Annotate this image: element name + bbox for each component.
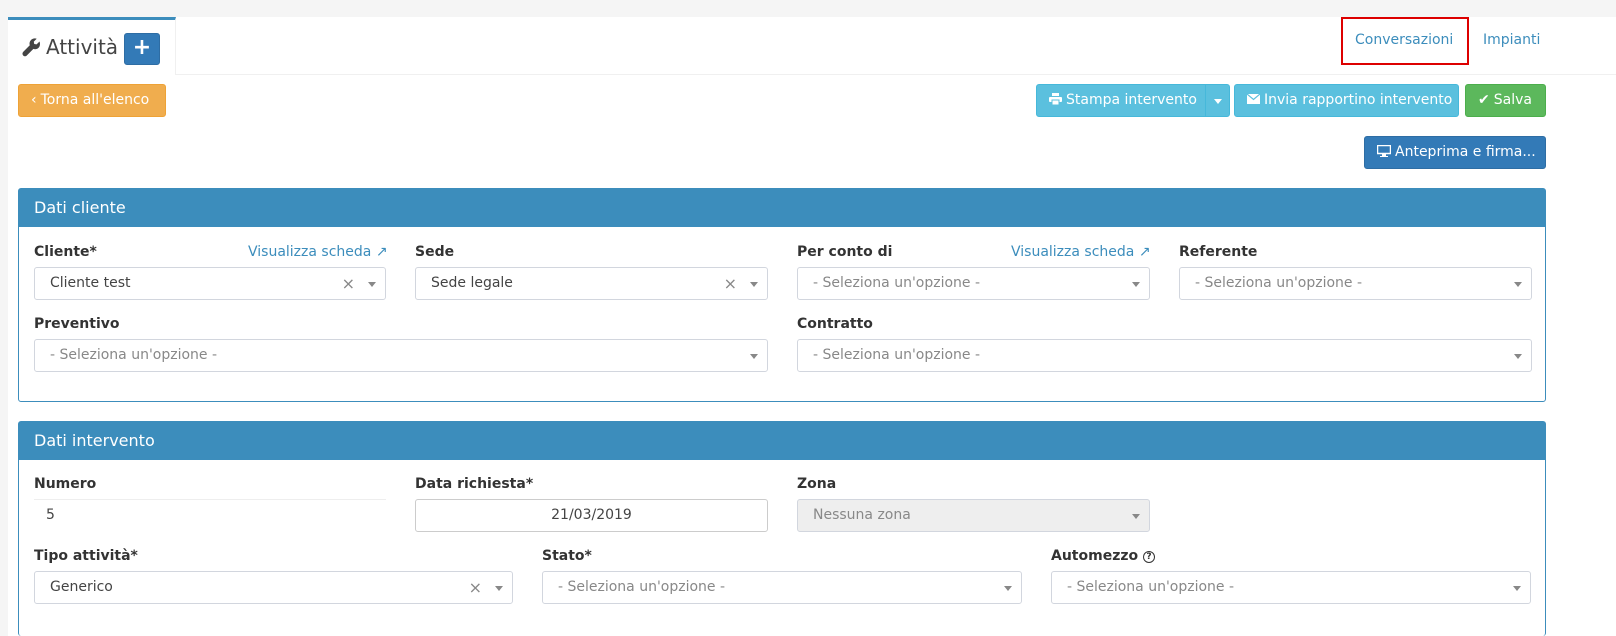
- referente-label: Referente: [1179, 244, 1258, 260]
- preview-sign-button[interactable]: Anteprima e firma...: [1364, 136, 1546, 169]
- data-richiesta-input[interactable]: 21/03/2019: [415, 499, 768, 532]
- check-icon: ✔: [1478, 92, 1490, 108]
- send-report-button[interactable]: Invia rapportino intervento: [1234, 84, 1459, 117]
- tab-attivita[interactable]: Attività +: [8, 17, 176, 75]
- preventivo-select[interactable]: - Seleziona un'opzione -: [34, 339, 768, 372]
- per-conto-di-label: Per conto di: [797, 244, 893, 260]
- tab-bar: Attività + Conversazioni Impianti: [8, 17, 1616, 75]
- wrench-icon: [22, 38, 40, 57]
- caret-down-icon: [750, 354, 758, 359]
- clear-icon[interactable]: ×: [469, 578, 482, 597]
- numero-input[interactable]: 5: [34, 499, 386, 532]
- caret-down-icon: [1004, 586, 1012, 591]
- caret-down-icon: [1132, 514, 1140, 519]
- caret-down-icon: [1513, 586, 1521, 591]
- page-title: Attività: [46, 35, 119, 59]
- automezzo-label: Automezzo ?: [1051, 548, 1155, 564]
- print-icon: [1049, 85, 1062, 116]
- tipo-attivita-label: Tipo attività*: [34, 548, 138, 564]
- zona-select: Nessuna zona: [797, 499, 1150, 532]
- numero-label: Numero: [34, 476, 97, 492]
- external-link-icon: ↗: [375, 244, 388, 260]
- panel-title: Dati cliente: [19, 189, 1545, 227]
- per-conto-di-select[interactable]: - Seleziona un'opzione -: [797, 267, 1150, 300]
- panel-dati-cliente: Dati cliente Cliente* Visualizza scheda …: [18, 188, 1546, 402]
- add-button[interactable]: +: [124, 33, 160, 65]
- sede-label: Sede: [415, 244, 455, 260]
- envelope-icon: [1246, 85, 1261, 116]
- desktop-icon: [1376, 137, 1392, 168]
- stato-label: Stato*: [542, 548, 592, 564]
- caret-down-icon: [1514, 354, 1522, 359]
- caret-down-icon: [495, 586, 503, 591]
- cliente-select[interactable]: Cliente test ×: [34, 267, 386, 300]
- cliente-visualizza-link[interactable]: Visualizza scheda ↗: [248, 244, 388, 260]
- caret-down-icon: [1214, 99, 1222, 104]
- caret-down-icon: [1514, 282, 1522, 287]
- save-button[interactable]: ✔ Salva: [1465, 84, 1546, 117]
- clear-icon[interactable]: ×: [342, 274, 355, 293]
- caret-down-icon: [368, 282, 376, 287]
- zona-label: Zona: [797, 476, 837, 492]
- contratto-select[interactable]: - Seleziona un'opzione -: [797, 339, 1532, 372]
- caret-down-icon: [750, 282, 758, 287]
- automezzo-select[interactable]: - Seleziona un'opzione -: [1051, 571, 1531, 604]
- cliente-label: Cliente*: [34, 244, 97, 260]
- page: Attività + Conversazioni Impianti ‹ Torna…: [8, 17, 1616, 636]
- data-richiesta-label: Data richiesta*: [415, 476, 534, 492]
- back-button[interactable]: ‹ Torna all'elenco: [18, 84, 166, 117]
- print-dropdown-toggle[interactable]: [1205, 85, 1229, 116]
- help-icon[interactable]: ?: [1143, 551, 1155, 563]
- chevron-left-icon: ‹: [31, 92, 37, 108]
- sede-select[interactable]: Sede legale ×: [415, 267, 768, 300]
- external-link-icon: ↗: [1138, 244, 1151, 260]
- per-conto-di-visualizza-link[interactable]: Visualizza scheda ↗: [1011, 244, 1151, 260]
- contratto-label: Contratto: [797, 316, 873, 332]
- clear-icon[interactable]: ×: [724, 274, 737, 293]
- panel-title: Dati intervento: [19, 422, 1545, 460]
- tipo-attivita-select[interactable]: Generico ×: [34, 571, 513, 604]
- highlight-box: [1341, 17, 1469, 65]
- panel-dati-intervento: Dati intervento Numero 5 Data richiesta*…: [18, 421, 1546, 636]
- tab-impianti[interactable]: Impianti: [1483, 32, 1540, 48]
- print-button[interactable]: Stampa intervento: [1036, 84, 1230, 117]
- caret-down-icon: [1132, 282, 1140, 287]
- stato-select[interactable]: - Seleziona un'opzione -: [542, 571, 1022, 604]
- preventivo-label: Preventivo: [34, 316, 120, 332]
- referente-select[interactable]: - Seleziona un'opzione -: [1179, 267, 1532, 300]
